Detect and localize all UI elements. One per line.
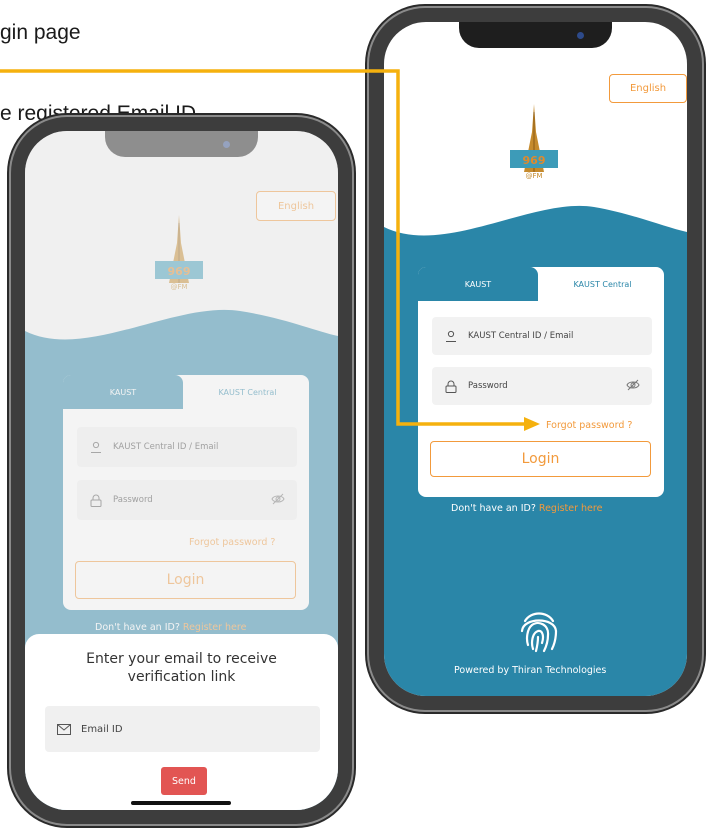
home-indicator: [131, 801, 231, 805]
svg-text:@FM: @FM: [525, 172, 542, 180]
id-email-placeholder: KAUST Central ID / Email: [468, 331, 574, 341]
phone-side-button: [702, 215, 706, 285]
tab-kaust[interactable]: KAUST: [418, 267, 538, 301]
powered-by-text: Powered by Thiran Technologies: [454, 665, 607, 676]
language-button[interactable]: English: [609, 74, 687, 103]
login-button[interactable]: Login: [430, 441, 651, 477]
sheet-title: Enter your email to receive verification…: [86, 651, 277, 685]
login-screen-left: English 969 @FM KAUST KAUST Central KAUS…: [25, 131, 338, 810]
camera-icon: [577, 32, 584, 39]
tab-kaust-central[interactable]: KAUST Central: [541, 267, 664, 301]
login-screen-right: English 969 @FM KAUST KAUST Central KAUS…: [384, 22, 687, 696]
email-bottom-sheet: Enter your email to receive verification…: [25, 634, 338, 810]
mail-icon: [57, 722, 71, 736]
lock-icon: [444, 379, 458, 393]
tower-logo-icon: 969 @FM: [510, 104, 558, 180]
fingerprint-icon[interactable]: [517, 607, 561, 655]
email-placeholder: Email ID: [81, 723, 123, 735]
send-button[interactable]: Send: [161, 767, 207, 795]
forgot-password-link[interactable]: Forgot password ?: [546, 420, 632, 431]
register-link[interactable]: Register here: [539, 503, 603, 514]
phone-notch: [459, 22, 612, 48]
phone-frame-right: English 969 @FM KAUST KAUST Central KAUS…: [369, 8, 702, 710]
login-card: KAUST KAUST Central KAUST Central ID / E…: [418, 267, 664, 497]
phone-side-button: [352, 285, 356, 355]
password-field[interactable]: Password: [432, 367, 652, 405]
email-field[interactable]: Email ID: [45, 706, 320, 752]
password-placeholder: Password: [468, 381, 508, 391]
user-icon: [444, 329, 458, 343]
no-id-text: Don't have an ID?: [451, 503, 536, 514]
svg-text:969: 969: [523, 154, 546, 167]
register-line: Don't have an ID? Register here: [451, 503, 602, 514]
id-email-field[interactable]: KAUST Central ID / Email: [432, 317, 652, 355]
eye-off-icon[interactable]: [626, 379, 640, 394]
caption-login-page: gin page: [0, 21, 81, 44]
phone-frame-left: English 969 @FM KAUST KAUST Central KAUS…: [11, 117, 352, 824]
